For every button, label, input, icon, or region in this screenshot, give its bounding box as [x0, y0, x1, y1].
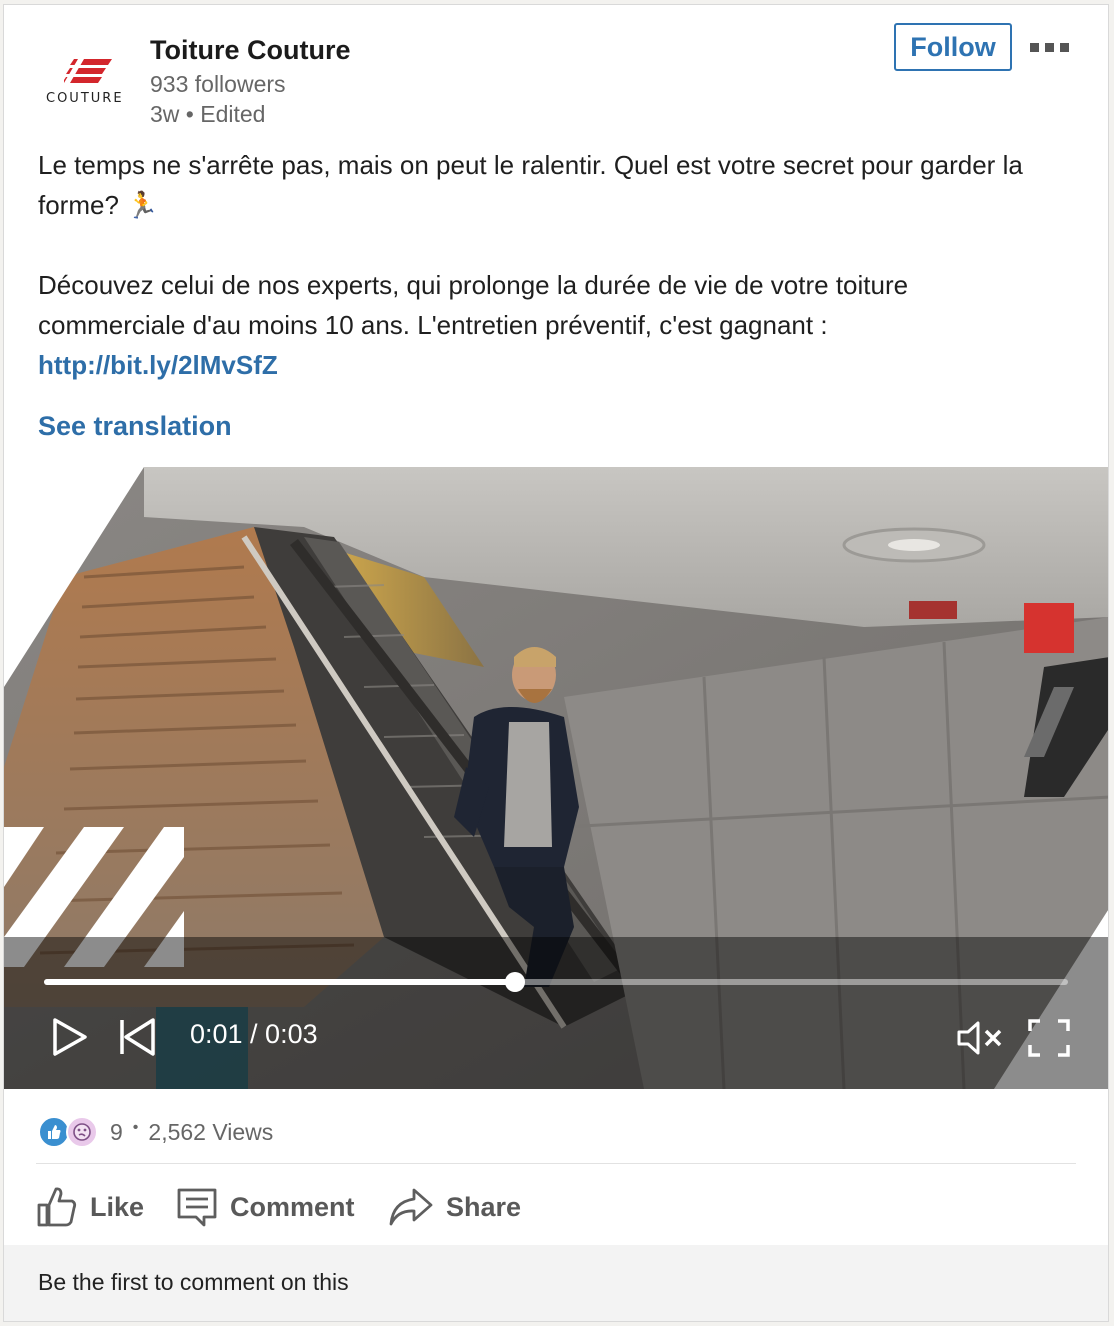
company-logo[interactable]: COUTURE: [40, 51, 132, 111]
video-frame: [4, 467, 1108, 1089]
follow-button[interactable]: Follow: [894, 23, 1012, 71]
video-progress-bar[interactable]: [44, 972, 1068, 992]
like-label: Like: [90, 1191, 145, 1222]
share-arrow-icon: [389, 1188, 433, 1226]
like-thumb-icon: [37, 1187, 77, 1227]
fullscreen-icon: [1028, 1019, 1070, 1057]
stats-separator: •: [132, 1119, 139, 1136]
play-button[interactable]: [52, 1017, 88, 1062]
social-counts[interactable]: 9 • 2,562 Views: [38, 1115, 273, 1149]
divider: [36, 1163, 1076, 1164]
post-card: COUTURE Toiture Couture 933 followers 3w…: [3, 4, 1109, 1322]
more-options-icon[interactable]: [1030, 35, 1076, 59]
logo-mark-icon: [64, 59, 112, 83]
video-player[interactable]: [4, 467, 1108, 1089]
post-text-body-copy: Découvez celui de nos experts, qui prolo…: [38, 270, 909, 340]
volume-muted-icon: [957, 1021, 1002, 1055]
comment-icon: [177, 1188, 217, 1227]
share-label: Share: [446, 1191, 522, 1222]
view-count: 2,562 Views: [148, 1118, 274, 1145]
follower-count: 933 followers: [150, 71, 286, 97]
comment-button[interactable]: Comment: [176, 1181, 355, 1233]
video-time: 0:01 / 0:03: [190, 1019, 318, 1049]
curious-reaction-icon: [66, 1116, 98, 1148]
logo-text: COUTURE: [46, 91, 124, 106]
post-text-intro: Le temps ne s'arrête pas, mais on peut l…: [38, 150, 1023, 220]
post-meta: 3w • Edited: [150, 101, 266, 127]
share-button[interactable]: Share: [388, 1181, 521, 1233]
restart-button[interactable]: [118, 1017, 156, 1062]
see-translation-link[interactable]: See translation: [38, 411, 232, 442]
skip-back-icon: [120, 1018, 155, 1056]
mute-button[interactable]: [956, 1019, 1004, 1062]
reaction-count: 9: [110, 1118, 123, 1145]
comment-prompt[interactable]: Be the first to comment on this: [4, 1245, 1108, 1321]
video-progress-fill: [44, 979, 516, 985]
fullscreen-button[interactable]: [1028, 1019, 1070, 1062]
post-link[interactable]: http://bit.ly/2lMvSfZ: [38, 350, 278, 380]
like-button[interactable]: Like: [36, 1181, 144, 1233]
video-progress-handle[interactable]: [505, 972, 526, 992]
post-text-body: Découvez celui de nos experts, qui prolo…: [38, 265, 1048, 385]
play-icon: [53, 1018, 87, 1056]
comment-label: Comment: [230, 1191, 355, 1222]
company-name[interactable]: Toiture Couture: [150, 35, 350, 66]
